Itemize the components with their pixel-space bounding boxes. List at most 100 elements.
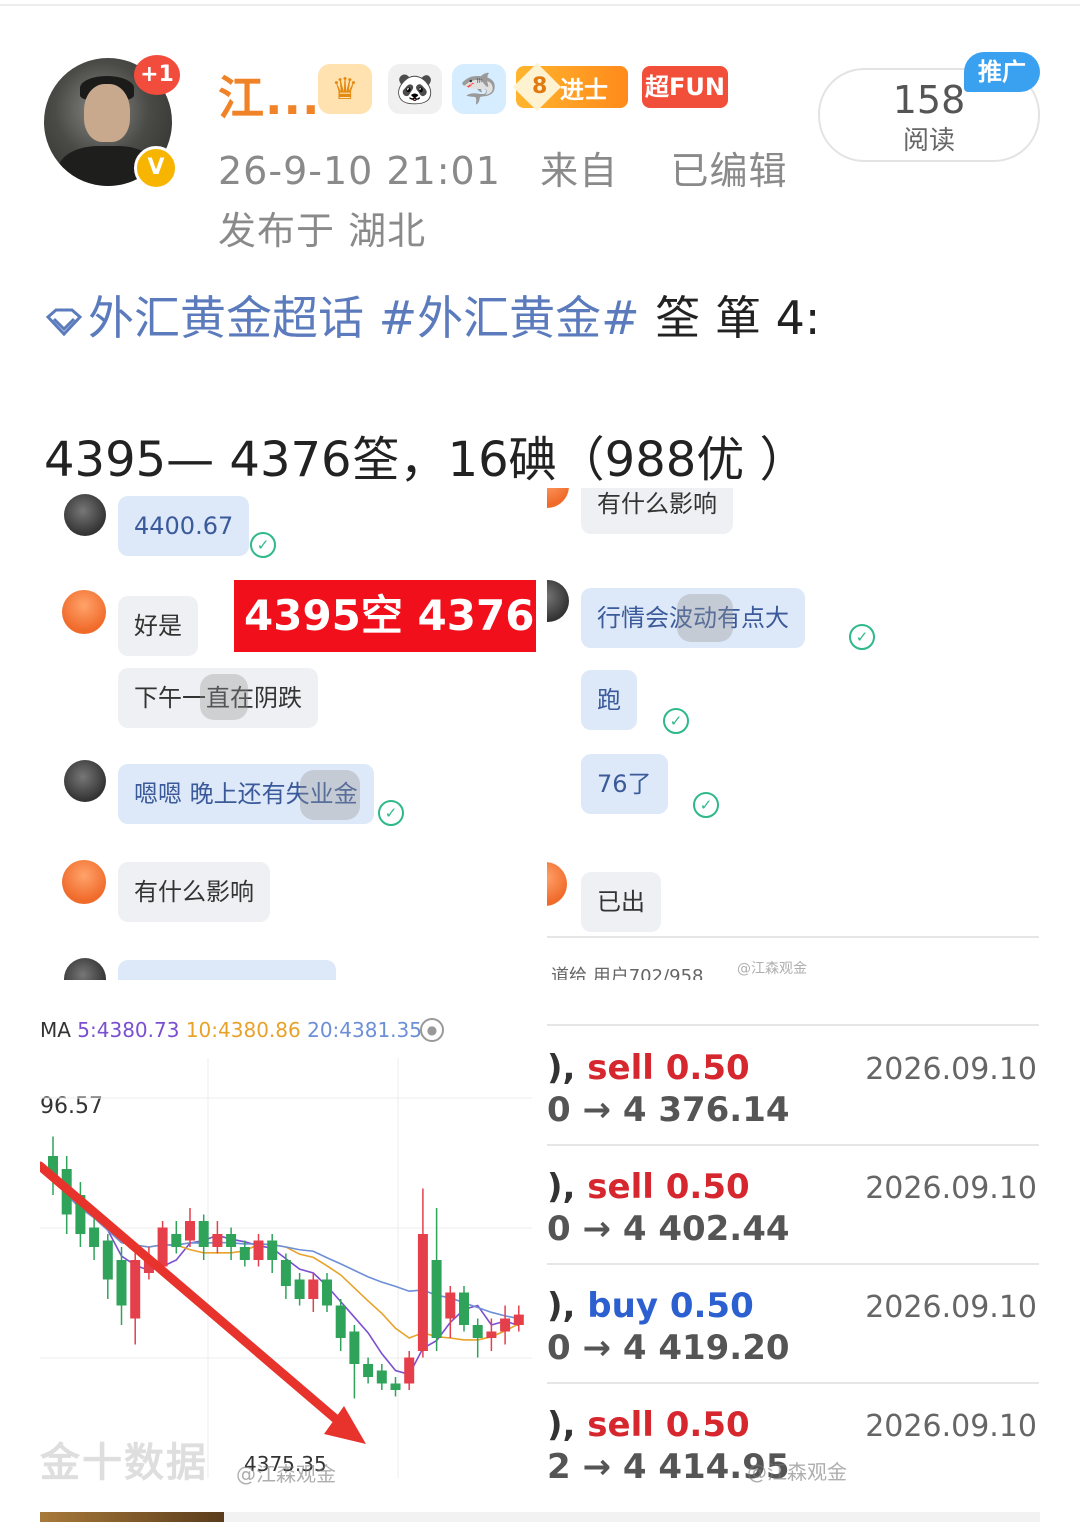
read-label: 阅读 bbox=[902, 126, 955, 156]
chat-avatar bbox=[547, 488, 569, 508]
trade-date: 2026.09.10 bbox=[865, 1171, 1037, 1206]
candle-body bbox=[322, 1279, 332, 1306]
chat-bubble: 76了 bbox=[581, 754, 668, 814]
trade-row[interactable]: ), sell 0.50 0 → 4 402.44 2026.09.10 bbox=[547, 1145, 1039, 1265]
kline-chart-panel[interactable]: MA 5:4380.73 10:4380.86 20:4381.35 ● 96.… bbox=[40, 998, 532, 1490]
edited-label[interactable]: 已编辑 bbox=[671, 149, 788, 193]
chat-avatar bbox=[547, 862, 567, 906]
trade-row[interactable]: ), sell 0.50 0 → 4 376.14 2026.09.10 bbox=[547, 1026, 1039, 1146]
candle-body bbox=[280, 1260, 291, 1286]
hashtag-link[interactable]: #外汇黄金# bbox=[379, 291, 640, 345]
candle-body bbox=[89, 1227, 100, 1247]
post-text-tail: 筌 箪 4: bbox=[639, 291, 821, 345]
read-check-icon: ✓ bbox=[663, 708, 689, 734]
trade-side: ), sell 0.50 bbox=[547, 1405, 750, 1445]
candle-body bbox=[239, 1247, 250, 1260]
trade-signal-banner: 4395空 4376出 bbox=[234, 580, 536, 652]
chat-bubble: 已出 bbox=[581, 872, 661, 932]
candle-body bbox=[486, 1331, 497, 1338]
avatar-plus-badge: +1 bbox=[134, 55, 180, 95]
post-location: 发布于 湖北 bbox=[218, 209, 427, 253]
chat-screenshot-right[interactable]: 有什么影响 行情会波动有点大 ✓ 跑 ✓ 76了 ✓ 已出 道给 用户702/9… bbox=[547, 488, 1039, 980]
candle-body bbox=[459, 1292, 469, 1325]
post-meta: 26-9-10 21:01 来自 已编辑 bbox=[218, 140, 788, 195]
candle-body bbox=[171, 1234, 182, 1247]
super-fun-badge[interactable]: 超FUN bbox=[642, 66, 728, 108]
next-row-edge bbox=[224, 1512, 1040, 1522]
chat-avatar bbox=[62, 590, 106, 634]
trade-price: 0 → 4 419.20 bbox=[547, 1328, 790, 1368]
trade-row[interactable]: ), buy 0.50 0 → 4 419.20 2026.09.10 bbox=[547, 1264, 1039, 1384]
chat-avatar bbox=[64, 494, 106, 536]
candle-body bbox=[308, 1279, 319, 1299]
candle-body bbox=[226, 1234, 237, 1247]
candle-body bbox=[513, 1314, 524, 1325]
candle-body bbox=[116, 1260, 127, 1306]
read-check-icon: ✓ bbox=[250, 532, 276, 558]
candle-body bbox=[349, 1331, 360, 1364]
candle-body bbox=[417, 1234, 428, 1351]
read-check-icon: ✓ bbox=[849, 624, 875, 650]
shark-badge-icon[interactable]: 🦈 bbox=[452, 64, 506, 114]
watermark-text: @江森观金 bbox=[236, 1462, 336, 1486]
verified-icon: V bbox=[134, 146, 178, 190]
trade-price: 0 → 4 376.14 bbox=[547, 1090, 790, 1130]
candle-body bbox=[472, 1325, 483, 1338]
chat-screenshot-left[interactable]: 4400.67 ✓ 好是 4395空 4376出 下午一直在阴跌 嗯嗯 晚上还有… bbox=[44, 488, 536, 980]
candle-body bbox=[335, 1305, 346, 1338]
trade-date: 2026.09.10 bbox=[865, 1290, 1037, 1325]
blur-mask bbox=[677, 594, 733, 642]
candle-body bbox=[376, 1370, 387, 1384]
candle-body bbox=[500, 1318, 511, 1332]
level-number: 8 bbox=[532, 74, 548, 99]
candle-body bbox=[390, 1383, 401, 1390]
panda-badge-icon[interactable]: 🐼 bbox=[388, 64, 442, 114]
brand-watermark: 金十数据 bbox=[40, 1440, 208, 1486]
post-time: 26-9-10 21:01 bbox=[218, 149, 501, 193]
read-check-icon: ✓ bbox=[693, 792, 719, 818]
chat-avatar bbox=[64, 958, 106, 980]
super-topic-diamond-icon bbox=[45, 308, 83, 336]
watermark-text: @江森观金 bbox=[737, 961, 807, 977]
candle-body bbox=[130, 1260, 141, 1319]
chat-bubble: 好是 bbox=[118, 596, 198, 656]
trade-side: ), sell 0.50 bbox=[547, 1048, 750, 1088]
blur-mask bbox=[200, 674, 248, 720]
post-source: 来自 bbox=[540, 149, 619, 193]
trade-side: ), sell 0.50 bbox=[547, 1167, 750, 1207]
post-body-line: 4395— 4376筌，16碘（988优 ） bbox=[44, 432, 808, 488]
candle-body bbox=[267, 1240, 278, 1260]
author-name[interactable]: 江... bbox=[218, 62, 320, 128]
candle-body bbox=[212, 1234, 223, 1247]
chat-avatar bbox=[547, 580, 569, 622]
candle-body bbox=[198, 1221, 209, 1247]
top-divider bbox=[0, 4, 1080, 6]
cut-footer-text: 道给 用户702/958 bbox=[551, 966, 704, 980]
level-title: 进士 bbox=[560, 75, 608, 104]
watermark-text: @江森观金 bbox=[747, 1460, 847, 1484]
chat-avatar bbox=[64, 760, 106, 802]
super-topic-link[interactable]: 外汇黄金超话 bbox=[88, 291, 364, 345]
trade-date: 2026.09.10 bbox=[865, 1052, 1037, 1087]
candle-body bbox=[431, 1260, 442, 1338]
chat-bubble: 跑 bbox=[581, 670, 637, 730]
candle-body bbox=[185, 1221, 195, 1241]
next-image-edge bbox=[40, 1512, 224, 1522]
candle-body bbox=[445, 1292, 456, 1319]
candlestick-chart bbox=[40, 1058, 532, 1478]
chat-bubble-cut bbox=[118, 960, 336, 980]
candle-body bbox=[102, 1240, 113, 1280]
blur-mask bbox=[300, 770, 360, 820]
level-badge[interactable]: 8 进士 bbox=[512, 62, 628, 112]
chat-avatar bbox=[62, 860, 106, 904]
read-check-icon: ✓ bbox=[378, 800, 404, 826]
candle-body bbox=[157, 1227, 168, 1267]
promote-button[interactable]: 推广 bbox=[964, 52, 1040, 92]
chat-bubble: 有什么影响 bbox=[581, 488, 733, 534]
candle-body bbox=[253, 1240, 264, 1260]
candle-body bbox=[363, 1364, 374, 1377]
crown-badge-icon[interactable]: ♛ bbox=[318, 64, 372, 114]
chat-bubble: 有什么影响 bbox=[118, 862, 270, 922]
trade-history-panel[interactable]: ), sell 0.50 0 → 4 376.14 2026.09.10), sel… bbox=[547, 998, 1039, 1490]
candle-body bbox=[404, 1357, 415, 1384]
